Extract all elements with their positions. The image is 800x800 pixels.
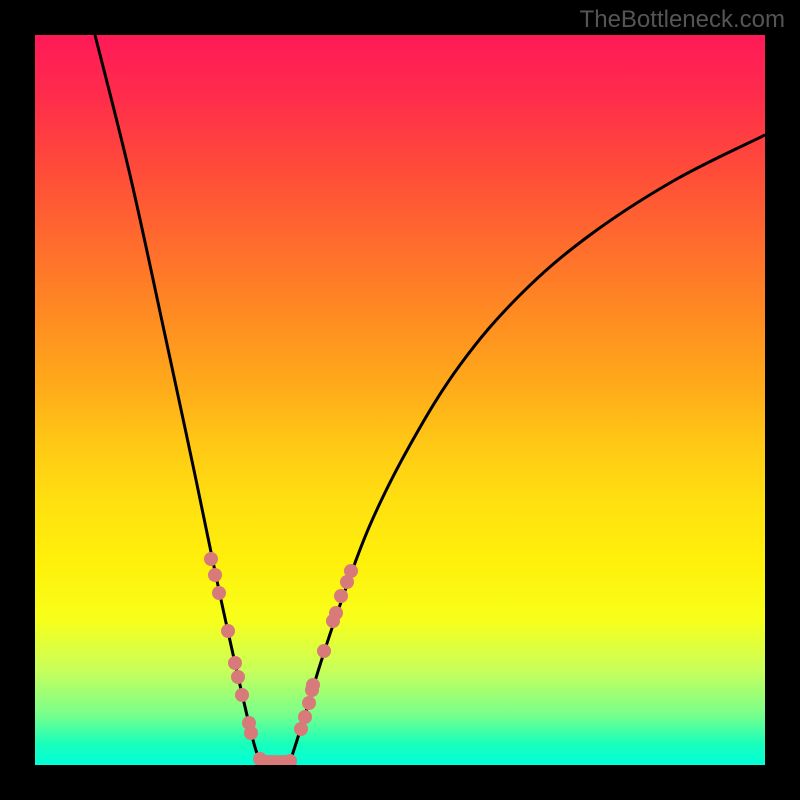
- data-dot: [344, 564, 358, 578]
- data-dot: [317, 644, 331, 658]
- data-dot: [231, 670, 245, 684]
- data-dot: [329, 606, 343, 620]
- watermark-text: TheBottleneck.com: [580, 6, 785, 34]
- data-dot: [228, 656, 242, 670]
- data-dot: [212, 586, 226, 600]
- chart-container: TheBottleneck.com: [0, 0, 800, 800]
- data-dot: [204, 552, 218, 566]
- data-dot: [334, 589, 348, 603]
- chart-svg: [35, 35, 765, 765]
- curve-right: [290, 135, 765, 762]
- data-dot: [221, 624, 235, 638]
- curve-left: [95, 35, 260, 762]
- data-dot: [298, 710, 312, 724]
- data-dot: [302, 696, 316, 710]
- data-dot: [306, 678, 320, 692]
- data-dot: [208, 568, 222, 582]
- plot-area: [35, 35, 765, 765]
- data-dot: [244, 726, 258, 740]
- data-dot: [294, 722, 308, 736]
- dot-group: [204, 552, 358, 765]
- data-dot: [235, 688, 249, 702]
